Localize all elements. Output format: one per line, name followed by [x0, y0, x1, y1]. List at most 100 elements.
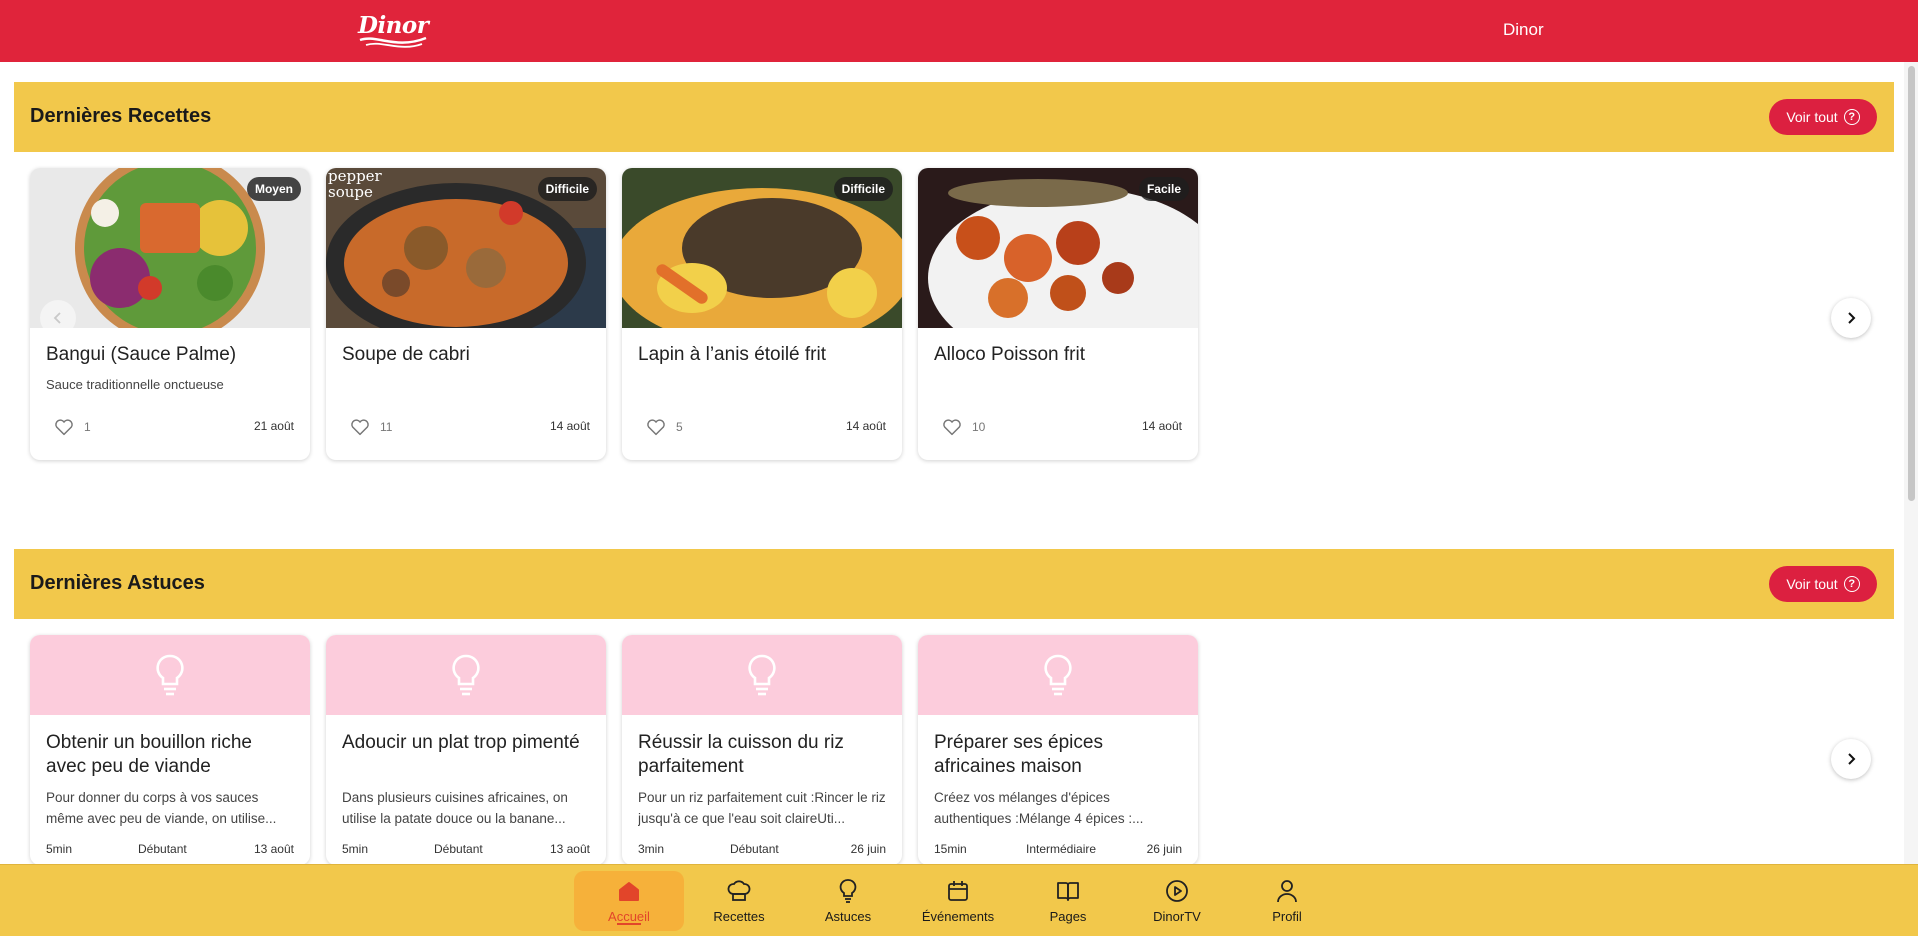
chevron-right-icon — [1848, 312, 1856, 324]
nav-item-home[interactable]: Accueil — [574, 871, 684, 931]
difficulty-badge: Facile — [1138, 177, 1189, 201]
help-circle-icon: ? — [1843, 576, 1860, 592]
likes-value: 11 — [380, 420, 393, 434]
tip-duration: 15min — [934, 842, 967, 856]
lightbulb-icon — [156, 654, 184, 696]
tip-description: Créez vos mélanges d'épices authentiques… — [934, 790, 1144, 826]
book-icon — [1056, 879, 1080, 903]
recipe-card[interactable]: Difficile Lapin à l’anis étoilé frit 5 1… — [622, 168, 902, 460]
nav-label: Profil — [1272, 909, 1302, 924]
chevron-right-icon — [1848, 753, 1856, 765]
nav-item-profile[interactable]: Profil — [1232, 865, 1342, 936]
like-count[interactable]: 11 — [350, 418, 392, 436]
nav-label: Événements — [921, 909, 995, 924]
recipe-subtitle: Sauce traditionnelle onctueuse — [46, 377, 224, 392]
tip-date: 26 juin — [1146, 842, 1182, 856]
tip-title: Adoucir un plat trop pimenté — [342, 732, 580, 753]
tip-duration: 3min — [638, 842, 665, 856]
play-circle-icon — [1165, 879, 1189, 903]
home-icon — [618, 879, 640, 903]
recipe-title: Lapin à l’anis étoilé frit — [638, 344, 826, 365]
nav-item-dinortv[interactable]: DinorTV — [1122, 865, 1232, 936]
tip-level: Intermédiaire — [1026, 842, 1097, 856]
page-scrollbar[interactable] — [1904, 62, 1918, 936]
recipe-title: Soupe de cabri — [342, 344, 470, 365]
see-all-label: Voir tout — [1786, 109, 1838, 125]
carousel-prev-button[interactable] — [40, 300, 76, 336]
nav-label: Accueil — [608, 909, 650, 924]
recipe-title: Bangui (Sauce Palme) — [46, 344, 237, 365]
tip-title: Réussir la cuisson du riz parfaitement — [638, 732, 844, 777]
scrollbar-thumb[interactable] — [1908, 66, 1915, 501]
recipes-section-header: Dernières Recettes Voir tout ? — [14, 82, 1894, 152]
difficulty-badge: Difficile — [537, 177, 597, 201]
bottom-navigation: Accueil Recettes Astuces Événements Page… — [0, 864, 1918, 936]
user-icon — [1276, 879, 1298, 903]
like-count[interactable]: 5 — [646, 418, 683, 436]
top-app-bar: Dinor Dinor — [0, 0, 1918, 62]
heart-icon — [943, 419, 961, 436]
tip-header — [30, 635, 310, 715]
nav-label: Recettes — [713, 909, 765, 924]
tip-date: 26 juin — [850, 842, 886, 856]
logo-swoosh-icon — [359, 36, 427, 48]
heart-icon — [55, 419, 73, 436]
tip-card[interactable]: Obtenir un bouillon riche avec peu de vi… — [30, 635, 310, 865]
tip-card[interactable]: Préparer ses épices africaines maison Cr… — [918, 635, 1198, 865]
nav-item-tips[interactable]: Astuces — [793, 865, 903, 936]
tips-see-all-button[interactable]: Voir tout ? — [1769, 566, 1877, 602]
heart-icon — [647, 419, 665, 436]
recipes-see-all-button[interactable]: Voir tout ? — [1769, 99, 1877, 135]
nav-label: Pages — [1049, 909, 1087, 924]
image-caption: pepper soupe — [328, 168, 382, 201]
recipe-date: 14 août — [549, 419, 590, 433]
chef-hat-icon — [727, 879, 751, 903]
recipe-image: Facile — [918, 168, 1198, 328]
dinor-logo[interactable]: Dinor — [356, 10, 430, 52]
lightbulb-icon — [1044, 654, 1072, 696]
calendar-icon — [947, 879, 969, 903]
difficulty-badge: Difficile — [833, 177, 893, 201]
nav-item-pages[interactable]: Pages — [1013, 865, 1123, 936]
like-count[interactable]: 1 — [54, 418, 91, 436]
likes-value: 10 — [972, 420, 986, 434]
nav-item-events[interactable]: Événements — [903, 865, 1013, 936]
tip-header — [918, 635, 1198, 715]
difficulty-badge: Moyen — [246, 177, 301, 201]
tips-next-button[interactable] — [1831, 739, 1871, 779]
recipe-card[interactable]: Facile Alloco Poisson frit 10 14 août — [918, 168, 1198, 460]
like-count[interactable]: 10 — [942, 418, 985, 436]
heart-icon — [351, 419, 369, 436]
tip-level: Débutant — [730, 842, 779, 856]
lightbulb-icon — [839, 879, 857, 903]
recipe-image: pepper soupe Difficile — [326, 168, 606, 328]
tip-header — [622, 635, 902, 715]
active-indicator — [617, 923, 641, 925]
tip-title: Obtenir un bouillon riche avec peu de vi… — [46, 732, 252, 777]
recipes-section-title: Dernières Recettes — [30, 105, 212, 127]
tip-level: Débutant — [434, 842, 483, 856]
lightbulb-icon — [748, 654, 776, 696]
tip-header — [326, 635, 606, 715]
tips-section-title: Dernières Astuces — [30, 572, 205, 594]
recipe-card[interactable]: pepper soupe Difficile Soupe de cabri 11… — [326, 168, 606, 460]
tips-section-header: Dernières Astuces Voir tout ? — [14, 549, 1894, 619]
recipe-date: 14 août — [1141, 419, 1182, 433]
tip-duration: 5min — [46, 842, 73, 856]
see-all-label: Voir tout — [1786, 576, 1838, 592]
recipe-date: 21 août — [253, 419, 294, 433]
recipe-image: Moyen — [30, 168, 310, 328]
tip-description: Dans plusieurs cuisines africaines, on u… — [342, 790, 568, 826]
help-circle-icon: ? — [1843, 109, 1860, 125]
nav-label: Astuces — [824, 909, 872, 924]
recipes-next-button[interactable] — [1831, 298, 1871, 338]
likes-value: 1 — [84, 420, 91, 434]
tip-card[interactable]: Adoucir un plat trop pimenté Dans plusie… — [326, 635, 606, 865]
recipe-image: Difficile — [622, 168, 902, 328]
tip-date: 13 août — [549, 842, 590, 856]
tip-duration: 5min — [342, 842, 369, 856]
tip-date: 13 août — [253, 842, 294, 856]
nav-item-recipes[interactable]: Recettes — [684, 865, 794, 936]
tip-title: Préparer ses épices africaines maison — [934, 732, 1103, 777]
tip-card[interactable]: Réussir la cuisson du riz parfaitement P… — [622, 635, 902, 865]
